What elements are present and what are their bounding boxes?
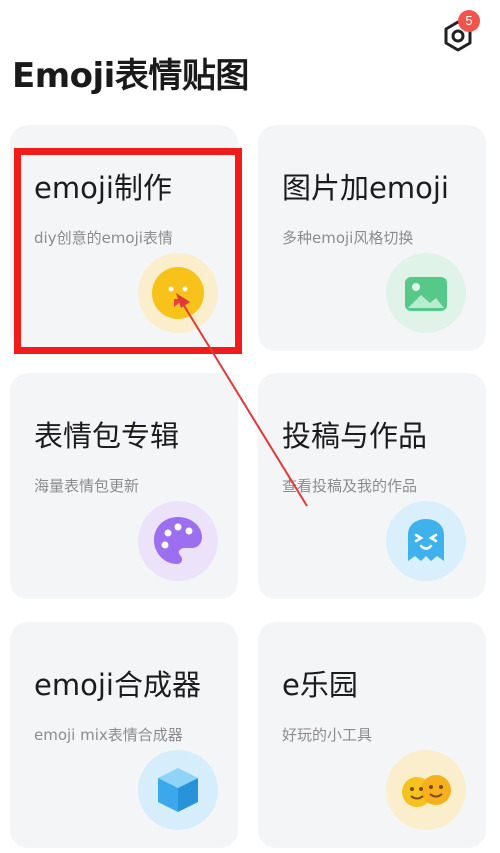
- card-title: e乐园: [282, 668, 358, 702]
- page-title: Emoji表情贴图: [12, 56, 249, 96]
- notification-badge: 5: [458, 10, 480, 32]
- card-title: emoji制作: [34, 171, 172, 205]
- card-title: 图片加emoji: [282, 171, 449, 205]
- card-sticker-album[interactable]: 表情包专辑 海量表情包更新: [10, 373, 238, 599]
- card-subtitle: diy创意的emoji表情: [34, 229, 173, 247]
- card-title: 投稿与作品: [282, 419, 428, 453]
- card-submissions-and-works[interactable]: 投稿与作品 查看投稿及我的作品: [258, 373, 486, 599]
- card-title: 表情包专辑: [34, 419, 180, 453]
- card-subtitle: 海量表情包更新: [34, 477, 140, 495]
- card-subtitle: 好玩的小工具: [282, 726, 373, 744]
- smiley-face-icon: [138, 253, 218, 333]
- cube-icon: [138, 750, 218, 830]
- image-icon: [386, 253, 466, 333]
- card-emoji-mixer[interactable]: emoji合成器 emoji mix表情合成器: [10, 622, 238, 848]
- card-subtitle: emoji mix表情合成器: [34, 726, 183, 744]
- ghost-face-icon: [386, 501, 466, 581]
- card-emoji-maker[interactable]: emoji制作 diy创意的emoji表情: [10, 125, 238, 351]
- card-image-add-emoji[interactable]: 图片加emoji 多种emoji风格切换: [258, 125, 486, 351]
- card-e-paradise[interactable]: e乐园 好玩的小工具: [258, 622, 486, 848]
- palette-icon: [138, 501, 218, 581]
- card-subtitle: 多种emoji风格切换: [282, 229, 414, 247]
- card-subtitle: 查看投稿及我的作品: [282, 477, 418, 495]
- card-title: emoji合成器: [34, 668, 201, 702]
- double-smiley-icon: [386, 750, 466, 830]
